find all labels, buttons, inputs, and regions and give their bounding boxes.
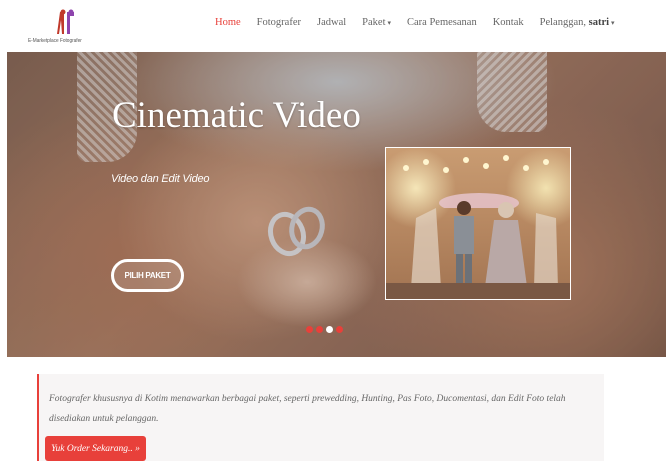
main-nav: Home Fotografer Jadwal Paket ▾ Cara Pemes… [215,17,631,28]
nav-paket-label: Paket [362,17,386,28]
nav-cara-pemesanan[interactable]: Cara Pemesanan [407,17,477,28]
nav-kontak[interactable]: Kontak [493,17,524,28]
carousel-indicators [306,326,346,333]
nav-paket[interactable]: Paket ▾ [362,17,391,28]
choose-package-button[interactable]: PILIH PAKET [111,259,184,292]
nav-cara-pemesanan-label: Cara Pemesanan [407,17,477,28]
caret-down-icon: ▾ [387,18,392,27]
nav-user-menu[interactable]: Pelanggan, satri ▾ [540,17,615,28]
nav-home[interactable]: Home [215,17,241,28]
nav-fotografer-label: Fotografer [256,17,301,28]
user-name: satri [588,17,610,28]
couple-figures-image [411,201,558,294]
nav-home-label: Home [215,17,241,28]
carousel-dot-active[interactable] [326,326,333,333]
carousel-dot[interactable] [336,326,343,333]
info-text: Fotografer khususnya di Kotim menawarkan… [49,394,566,424]
order-now-button[interactable]: Yuk Order Sekarang.. » [45,436,146,461]
camera-logo-icon [57,9,74,34]
carousel-dot[interactable] [306,326,313,333]
brand-name: E-Marketplace Fotografer [28,38,82,44]
hero-subtitle: Video dan Edit Video [111,173,210,185]
caret-down-icon: ▾ [611,18,615,27]
carousel-dot[interactable] [316,326,323,333]
nav-jadwal[interactable]: Jadwal [317,17,346,28]
info-callout: Fotografer khususnya di Kotim menawarkan… [37,374,604,461]
hero-carousel[interactable]: Cinematic Video Video dan Edit Video PIL… [7,52,666,357]
wedding-photo [385,147,571,300]
user-prefix: Pelanggan, [539,17,586,28]
hero-title: Cinematic Video [112,95,361,136]
nav-jadwal-label: Jadwal [317,17,347,28]
navbar: E-Marketplace Fotografer Home Fotografer… [0,0,666,52]
brand-logo[interactable]: E-Marketplace Fotografer [28,8,108,48]
photo-floor [386,283,570,299]
nav-kontak-label: Kontak [492,17,524,28]
nav-fotografer[interactable]: Fotografer [257,17,301,28]
